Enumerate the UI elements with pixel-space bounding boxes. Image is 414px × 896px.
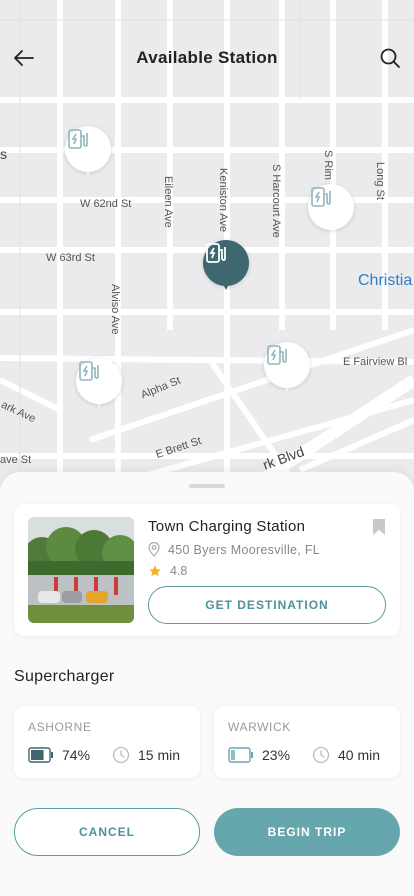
street-label: W 62nd St [80, 198, 132, 210]
begin-trip-button[interactable]: BEGIN TRIP [214, 808, 400, 856]
battery-icon [228, 747, 253, 763]
station-rating-row: 4.8 [148, 564, 187, 578]
station-card[interactable]: Town Charging Station 450 Byers Mooresvi… [14, 504, 400, 636]
cancel-button[interactable]: CANCEL [14, 808, 200, 856]
charging-station-pin[interactable] [65, 126, 111, 180]
street-label: Keniston Ave [217, 168, 229, 233]
ev-charger-icon [79, 361, 99, 381]
station-photo [28, 517, 134, 623]
street-label: Eileen Ave [162, 176, 174, 228]
ev-charger-icon [206, 243, 226, 263]
street-label: W 63rd St [46, 252, 95, 264]
search-icon [380, 48, 400, 68]
station-address-row: 450 Byers Mooresville, FL [148, 542, 320, 557]
station-address: 450 Byers Mooresville, FL [168, 542, 321, 557]
get-destination-button[interactable]: GET DESTINATION [148, 586, 386, 624]
charge-time: 40 min [338, 747, 381, 763]
street-label: s [0, 146, 7, 162]
charger-card-warwick[interactable]: WARWICK 23% 40 min [214, 706, 400, 778]
street-label: S Harcourt Ave [270, 164, 282, 238]
charger-card-ashorne[interactable]: ASHORNE 74% 15 min [14, 706, 200, 778]
battery-percent: 74% [62, 747, 91, 763]
star-icon [149, 565, 161, 577]
street-label: E Fairview Bl [343, 356, 408, 368]
search-button[interactable] [376, 44, 404, 72]
bookmark-icon[interactable] [372, 518, 386, 536]
street-label: S Rim [322, 150, 334, 180]
clock-icon [112, 746, 130, 764]
battery-fill [231, 750, 235, 760]
station-name: Town Charging Station [148, 518, 306, 535]
top-bar: Available Station [0, 36, 414, 80]
charging-station-pin[interactable] [76, 358, 122, 412]
station-rating: 4.8 [170, 564, 188, 578]
battery-fill [31, 750, 44, 760]
charger-name: ASHORNE [28, 720, 92, 734]
charger-name: WARWICK [228, 720, 291, 734]
ev-charger-icon [68, 129, 88, 149]
place-label: Christia [358, 272, 413, 289]
section-title: Supercharger [14, 668, 115, 685]
sheet-drag-handle[interactable] [189, 484, 225, 488]
page-title: Available Station [136, 48, 278, 67]
clock-icon [312, 746, 330, 764]
bottom-sheet: Town Charging Station 450 Byers Mooresvi… [0, 472, 414, 896]
charge-time: 15 min [138, 747, 181, 763]
battery-icon [28, 747, 53, 763]
selected-station-pin[interactable] [203, 240, 249, 294]
street-label: Long St [374, 162, 386, 200]
charging-station-pin[interactable] [308, 184, 354, 238]
street-label: ave St [0, 454, 32, 466]
street-label: Alviso Ave [109, 284, 121, 335]
ev-charger-icon [267, 345, 287, 365]
battery-percent: 23% [262, 747, 291, 763]
location-pin-icon [148, 542, 160, 557]
charging-station-pin[interactable] [264, 342, 310, 396]
ev-charger-icon [311, 187, 331, 207]
